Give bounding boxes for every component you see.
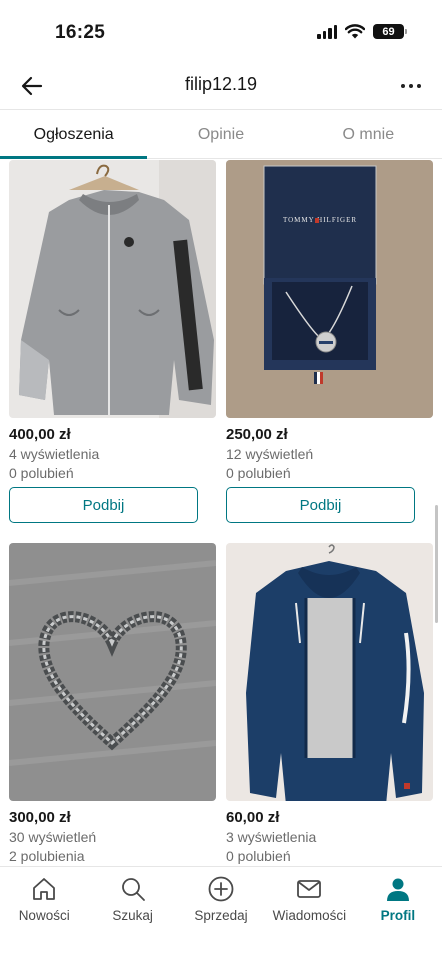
bump-button[interactable]: Podbij xyxy=(9,487,198,523)
tab-about[interactable]: O mnie xyxy=(295,111,442,158)
listing-item[interactable]: 300,00 zł 30 wyświetleń 2 polubienia xyxy=(9,543,216,864)
tab-listings[interactable]: Ogłoszenia xyxy=(0,111,148,159)
search-icon xyxy=(121,878,145,901)
status-bar: 16:25 69 xyxy=(0,0,442,62)
listing-price: 250,00 zł xyxy=(226,426,288,443)
scroll-indicator[interactable] xyxy=(435,505,438,623)
nav-item-sell[interactable]: Sprzedaj xyxy=(177,867,265,960)
listing-item[interactable]: 60,00 zł 3 wyświetlenia 0 polubień xyxy=(226,543,433,864)
status-time: 16:25 xyxy=(55,22,106,43)
more-options-button[interactable] xyxy=(396,72,426,100)
listing-price: 300,00 zł xyxy=(9,809,71,826)
nav-item-messages[interactable]: Wiadomości xyxy=(265,867,353,960)
home-icon xyxy=(33,878,56,900)
listing-views: 12 wyświetleń xyxy=(226,446,314,462)
listing-views: 4 wyświetlenia xyxy=(9,446,100,462)
nav-label: Szukaj xyxy=(112,908,153,923)
wifi-icon xyxy=(345,24,365,39)
mail-icon xyxy=(297,880,322,898)
listing-photo-tommy-hilfiger-box[interactable]: TOMMY HILFIGER xyxy=(226,160,433,418)
plus-circle-icon xyxy=(208,876,234,902)
status-icons: 69 xyxy=(317,24,407,39)
profile-tabs: Ogłoszenia Opinie O mnie xyxy=(0,111,442,159)
listings-grid: 400,00 zł 4 wyświetlenia 0 polubień Podb… xyxy=(0,160,442,865)
bottom-navigation: Nowości Szukaj Sprzedaj Wiadomości Profi… xyxy=(0,866,442,960)
listing-photo-silver-chain[interactable] xyxy=(9,543,216,801)
box-brand-text: TOMMY HILFIGER xyxy=(283,216,357,224)
listing-likes: 0 polubień xyxy=(9,465,74,481)
nav-label: Wiadomości xyxy=(272,908,347,923)
listing-likes: 0 polubień xyxy=(226,465,291,481)
nav-item-search[interactable]: Szukaj xyxy=(88,867,176,960)
listing-photo-grey-jacket[interactable] xyxy=(9,160,216,418)
nav-item-profile[interactable]: Profil xyxy=(354,867,442,960)
listing-likes: 0 polubień xyxy=(226,848,291,864)
bump-button[interactable]: Podbij xyxy=(226,487,415,523)
listing-price: 400,00 zł xyxy=(9,426,71,443)
nav-label: Profil xyxy=(380,908,416,923)
listing-item[interactable]: 400,00 zł 4 wyświetlenia 0 polubień Podb… xyxy=(9,160,216,523)
tab-reviews[interactable]: Opinie xyxy=(147,111,294,158)
nav-label: Nowości xyxy=(18,908,70,923)
profile-header: filip12.19 xyxy=(0,62,442,110)
more-dots-icon xyxy=(401,84,405,88)
battery-icon: 69 xyxy=(373,24,407,39)
cellular-signal-icon xyxy=(317,24,337,39)
listing-views: 3 wyświetlenia xyxy=(226,829,317,845)
nav-item-home[interactable]: Nowości xyxy=(0,867,88,960)
profile-icon xyxy=(386,878,409,901)
battery-level: 69 xyxy=(382,25,395,38)
listing-likes: 2 polubienia xyxy=(9,848,85,864)
listing-price: 60,00 zł xyxy=(226,809,280,826)
nav-label: Sprzedaj xyxy=(194,908,248,923)
listing-photo-navy-hoodie[interactable] xyxy=(226,543,433,801)
listing-item[interactable]: TOMMY HILFIGER 250,00 zł 12 wyświetleń 0… xyxy=(226,160,433,523)
listing-views: 30 wyświetleń xyxy=(9,829,97,845)
page-title: filip12.19 xyxy=(184,74,258,94)
